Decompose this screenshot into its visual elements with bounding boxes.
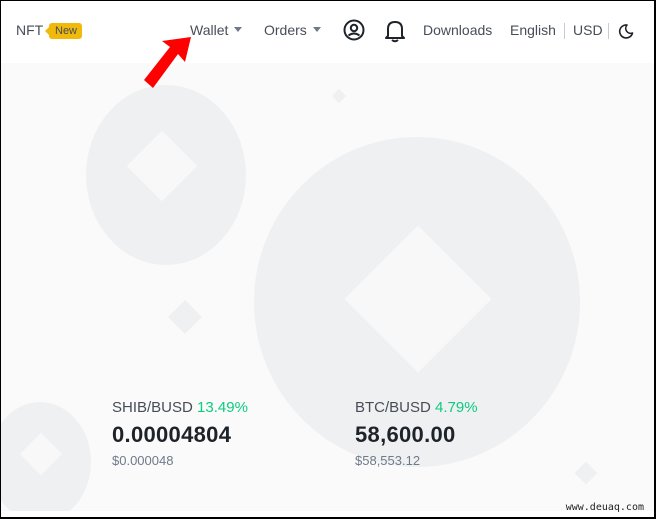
bg-small-diamond-bottom-right [574, 461, 598, 485]
chevron-down-icon [312, 26, 321, 32]
bottom-strip [1, 511, 654, 517]
top-navigation-bar: NFT New Wallet Orders Downloads English … [1, 1, 654, 63]
ticker-shib-busd[interactable]: SHIB/BUSD 13.49% 0.00004804 $0.000048 [112, 399, 248, 468]
ticker-change: 4.79% [435, 399, 478, 416]
nav-wallet[interactable]: Wallet [190, 22, 243, 38]
nav-nft[interactable]: NFT [16, 22, 43, 38]
divider [564, 23, 565, 39]
profile-icon[interactable] [343, 19, 365, 46]
nav-downloads[interactable]: Downloads [423, 22, 492, 38]
ticker-pair: SHIB/BUSD [112, 399, 193, 416]
ticker-price: 58,600.00 [355, 422, 456, 447]
ticker-btc-busd[interactable]: BTC/BUSD 4.79% 58,600.00 $58,553.12 [355, 399, 478, 468]
red-arrow-annotation-icon [141, 34, 197, 95]
nav-orders[interactable]: Orders [264, 22, 321, 38]
ticker-price: 0.00004804 [112, 422, 232, 447]
ticker-pair-row: BTC/BUSD 4.79% [355, 399, 478, 416]
ticker-pair-row: SHIB/BUSD 13.49% [112, 399, 248, 416]
moon-icon[interactable] [618, 23, 634, 44]
bell-icon[interactable] [384, 19, 406, 48]
ticker-usd-price: $58,553.12 [355, 453, 421, 468]
ticker-usd-price: $0.000048 [112, 453, 174, 468]
divider [608, 23, 609, 39]
nav-orders-label: Orders [264, 22, 307, 38]
watermark: www.deuaq.com [565, 502, 644, 513]
nav-currency[interactable]: USD [573, 22, 603, 38]
nav-language[interactable]: English [510, 22, 556, 38]
new-badge: New [44, 23, 83, 39]
chevron-down-icon [234, 26, 243, 32]
ticker-pair: BTC/BUSD [355, 399, 431, 416]
bg-small-diamond-top [331, 88, 347, 104]
bg-small-diamond-mid [168, 300, 202, 334]
ticker-change: 13.49% [197, 399, 248, 416]
page-frame: NFT New Wallet Orders Downloads English … [1, 1, 654, 517]
